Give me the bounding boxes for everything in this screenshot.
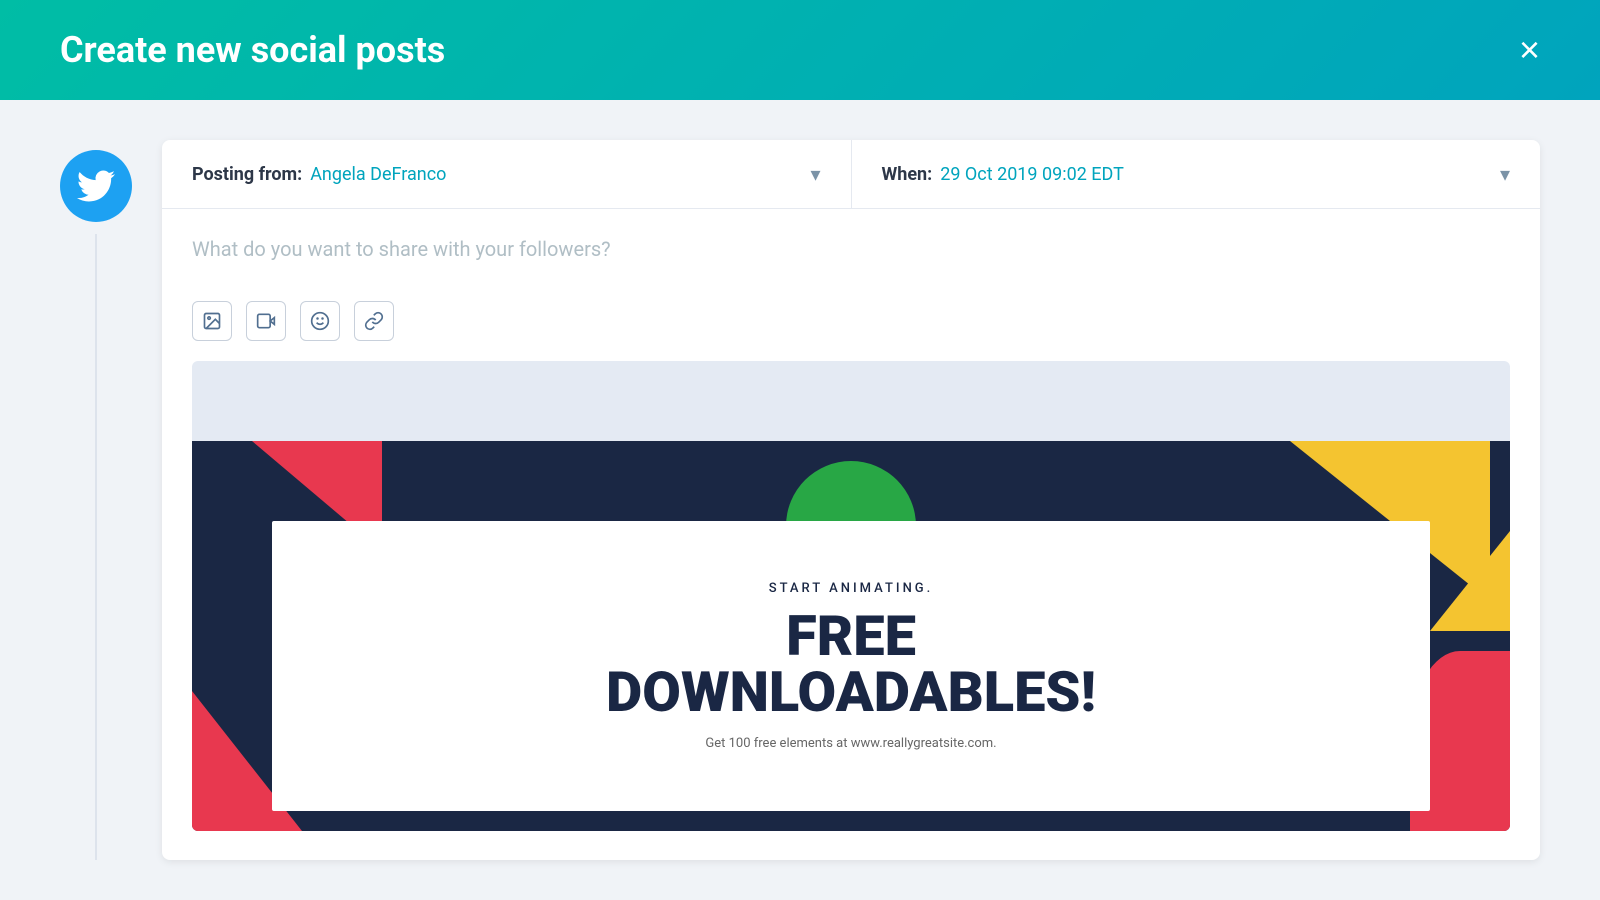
emoji-button[interactable] — [300, 301, 340, 341]
when-value: 29 Oct 2019 09:02 EDT — [940, 164, 1500, 185]
link-icon — [364, 311, 384, 331]
video-button[interactable] — [246, 301, 286, 341]
preview-container: START ANIMATING. FREEDOWNLOADABLES! Get … — [192, 361, 1510, 831]
posting-from-value: Angela DeFranco — [310, 164, 810, 185]
preview-graphic: START ANIMATING. FREEDOWNLOADABLES! Get … — [192, 441, 1510, 831]
modal-title: Create new social posts — [60, 29, 445, 71]
preview-title: FREEDOWNLOADABLES! — [606, 608, 1096, 720]
main-content: Posting from: Angela DeFranco ▾ When: 29… — [0, 100, 1600, 900]
twitter-icon — [77, 167, 115, 205]
image-icon — [202, 311, 222, 331]
preview-subtitle: START ANIMATING. — [769, 581, 934, 596]
twitter-avatar[interactable] — [60, 150, 132, 222]
post-content-area: What do you want to share with your foll… — [162, 209, 1540, 851]
modal-header: Create new social posts × — [0, 0, 1600, 100]
video-icon — [256, 311, 276, 331]
when-label: When: — [882, 164, 933, 185]
when-section[interactable]: When: 29 Oct 2019 09:02 EDT ▾ — [852, 140, 1541, 208]
post-toolbar — [192, 301, 1510, 341]
platform-sidebar — [60, 140, 132, 860]
posting-from-chevron-icon: ▾ — [810, 162, 820, 186]
posting-from-section[interactable]: Posting from: Angela DeFranco ▾ — [162, 140, 852, 208]
when-chevron-icon: ▾ — [1500, 162, 1510, 186]
close-button[interactable]: × — [1519, 32, 1540, 68]
link-button[interactable] — [354, 301, 394, 341]
post-meta-row: Posting from: Angela DeFranco ▾ When: 29… — [162, 140, 1540, 209]
preview-top-bg — [192, 361, 1510, 441]
post-card: Posting from: Angela DeFranco ▾ When: 29… — [162, 140, 1540, 860]
emoji-icon — [310, 311, 330, 331]
image-button[interactable] — [192, 301, 232, 341]
post-placeholder[interactable]: What do you want to share with your foll… — [192, 237, 1510, 277]
posting-from-label: Posting from: — [192, 164, 302, 185]
sidebar-line — [95, 234, 97, 860]
preview-caption: Get 100 free elements at www.reallygreat… — [705, 736, 996, 751]
content-box: START ANIMATING. FREEDOWNLOADABLES! Get … — [272, 521, 1430, 811]
